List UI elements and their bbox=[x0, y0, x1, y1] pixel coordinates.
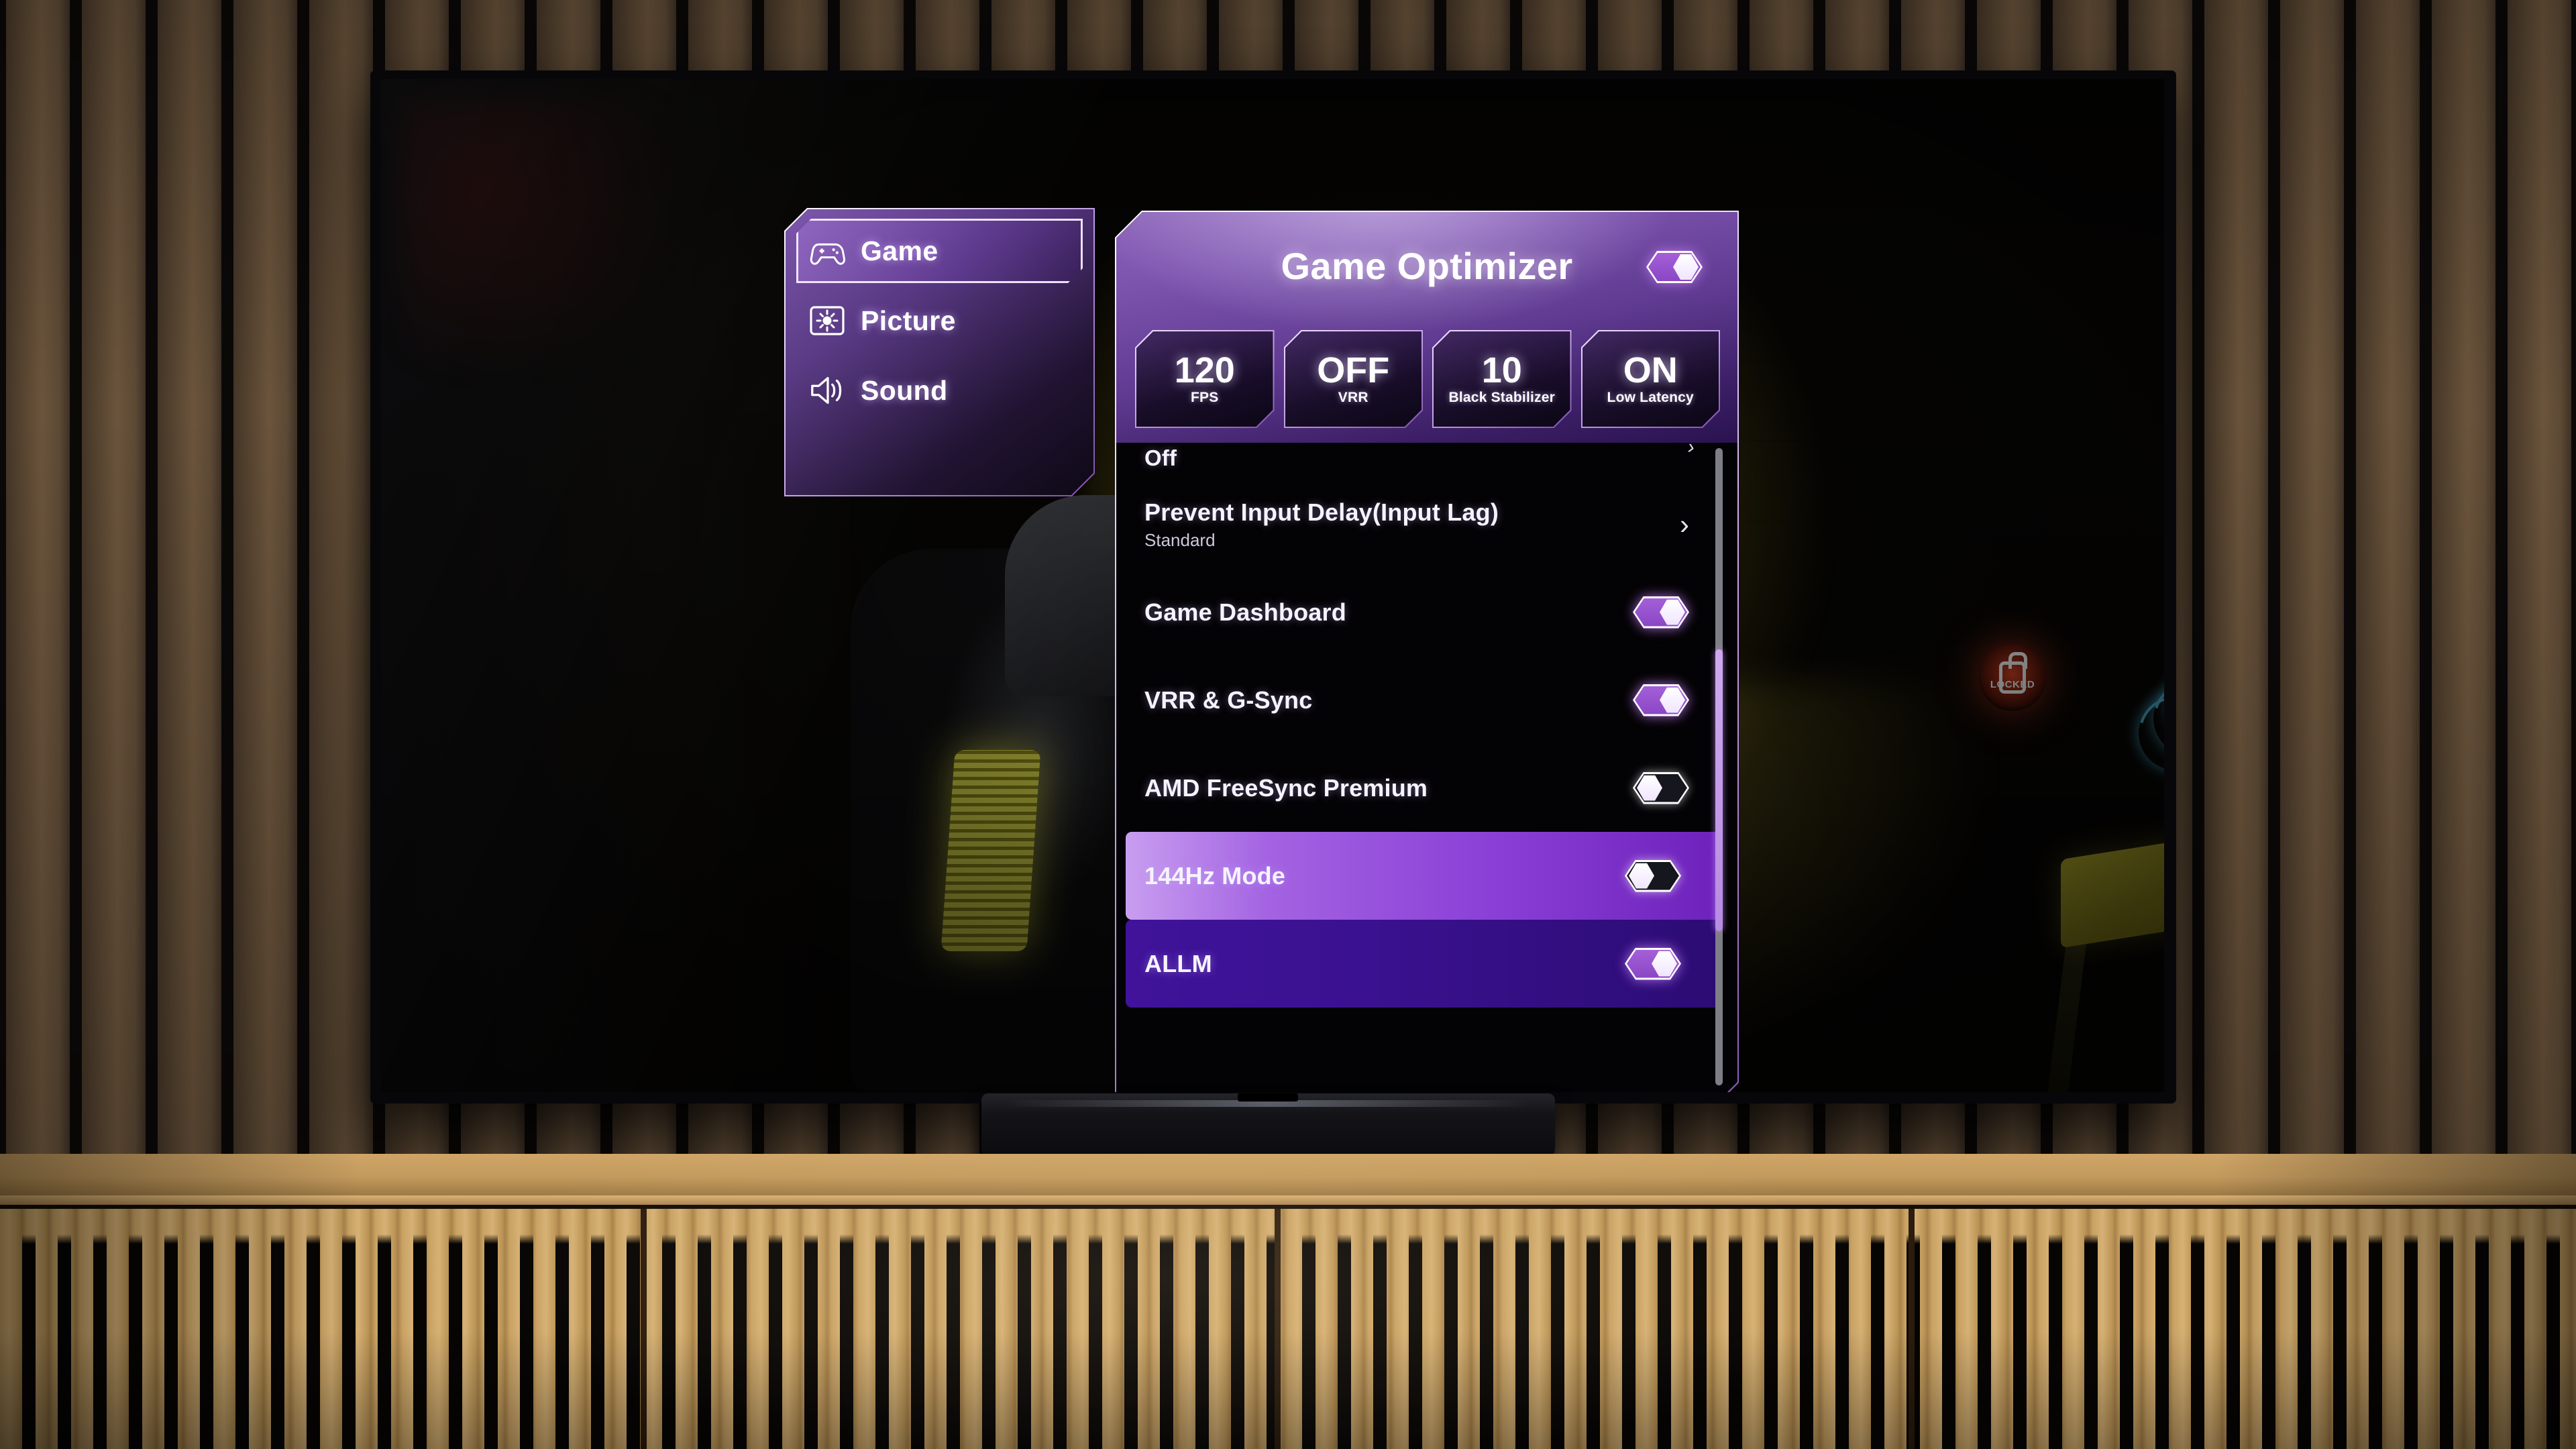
sidebar-item-picture[interactable]: Picture bbox=[796, 288, 1083, 353]
row-label: VRR & G-Sync bbox=[1144, 686, 1313, 714]
list-item-prevent-input-delay[interactable]: Prevent Input Delay(Input Lag) Standard … bbox=[1116, 480, 1737, 568]
tv-screen: ↑ LOCKED bbox=[381, 79, 2164, 1092]
cabinet-shading bbox=[0, 1154, 2576, 1449]
sidebar-item-label: Sound bbox=[861, 374, 948, 406]
stat-value: ON bbox=[1623, 350, 1678, 390]
speaker-icon bbox=[808, 372, 846, 409]
game-optimizer-master-toggle[interactable] bbox=[1646, 251, 1703, 286]
stat-value: 10 bbox=[1481, 350, 1522, 390]
stat-tile-low-latency[interactable]: ON Low Latency bbox=[1581, 330, 1721, 428]
room-scene: ↑ LOCKED bbox=[0, 0, 2576, 1449]
scrollbar-thumb[interactable] bbox=[1715, 649, 1723, 931]
stat-value: 120 bbox=[1174, 350, 1235, 390]
list-item-off-partial[interactable]: Off › bbox=[1116, 443, 1737, 480]
sidebar-item-label: Game bbox=[861, 235, 938, 266]
scrollbar-track[interactable] bbox=[1715, 448, 1723, 1085]
stat-label: VRR bbox=[1338, 390, 1368, 405]
settings-list[interactable]: Off › Prevent Input Delay(Input Lag) Sta… bbox=[1116, 443, 1737, 1092]
media-cabinet bbox=[0, 1154, 2576, 1449]
sidebar-item-game[interactable]: Game bbox=[796, 219, 1083, 283]
row-label: Off bbox=[1144, 445, 1177, 470]
chevron-right-icon[interactable]: › bbox=[1680, 511, 1689, 539]
toggle-on-icon[interactable] bbox=[1646, 251, 1703, 283]
row-label: Game Dashboard bbox=[1144, 598, 1346, 626]
brightness-icon bbox=[808, 302, 846, 339]
stat-label: Black Stabilizer bbox=[1448, 390, 1555, 405]
stat-tile-fps[interactable]: 120 FPS bbox=[1135, 330, 1275, 428]
osd-sidebar-inner: Game Picture Sound bbox=[786, 209, 1093, 495]
list-item-vrr-gsync[interactable]: VRR & G-Sync bbox=[1116, 656, 1737, 744]
stat-value: OFF bbox=[1317, 350, 1390, 390]
row-label: Prevent Input Delay(Input Lag) bbox=[1144, 498, 1499, 526]
stat-label: Low Latency bbox=[1607, 390, 1694, 405]
gamepad-icon bbox=[808, 232, 846, 270]
toggle-on-icon[interactable] bbox=[1633, 596, 1689, 629]
list-item-game-dashboard[interactable]: Game Dashboard bbox=[1116, 568, 1737, 656]
stat-tile-vrr[interactable]: OFF VRR bbox=[1284, 330, 1424, 428]
page-title: Game Optimizer bbox=[1281, 245, 1573, 287]
stat-tile-black-stabilizer[interactable]: 10 Black Stabilizer bbox=[1432, 330, 1572, 428]
toggle-on-icon[interactable] bbox=[1625, 948, 1681, 980]
panel-header: Game Optimizer 120 FPS OFF VRR 10 Black … bbox=[1116, 212, 1737, 443]
row-label: ALLM bbox=[1144, 949, 1212, 977]
toggle-off-icon[interactable] bbox=[1633, 772, 1689, 804]
stat-tiles: 120 FPS OFF VRR 10 Black Stabilizer ON L… bbox=[1135, 330, 1720, 428]
osd-sidebar: Game Picture Sound bbox=[784, 208, 1095, 496]
list-item-144hz-mode[interactable]: 144Hz Mode bbox=[1126, 832, 1720, 920]
sidebar-item-label: Picture bbox=[861, 305, 956, 336]
game-optimizer-panel: Game Optimizer 120 FPS OFF VRR 10 Black … bbox=[1115, 211, 1739, 1092]
list-item-amd-freesync-premium[interactable]: AMD FreeSync Premium bbox=[1116, 744, 1737, 832]
tv-ir-sensor bbox=[1238, 1093, 1298, 1102]
game-optimizer-inner: Game Optimizer 120 FPS OFF VRR 10 Black … bbox=[1116, 212, 1737, 1092]
toggle-on-icon[interactable] bbox=[1633, 684, 1689, 716]
row-subvalue: Standard bbox=[1144, 529, 1216, 550]
toggle-off-icon[interactable] bbox=[1625, 860, 1681, 892]
row-label: 144Hz Mode bbox=[1144, 861, 1286, 890]
list-item-allm[interactable]: ALLM bbox=[1126, 920, 1720, 1008]
sidebar-item-sound[interactable]: Sound bbox=[796, 358, 1083, 423]
stat-label: FPS bbox=[1191, 390, 1219, 405]
row-label: AMD FreeSync Premium bbox=[1144, 773, 1428, 802]
